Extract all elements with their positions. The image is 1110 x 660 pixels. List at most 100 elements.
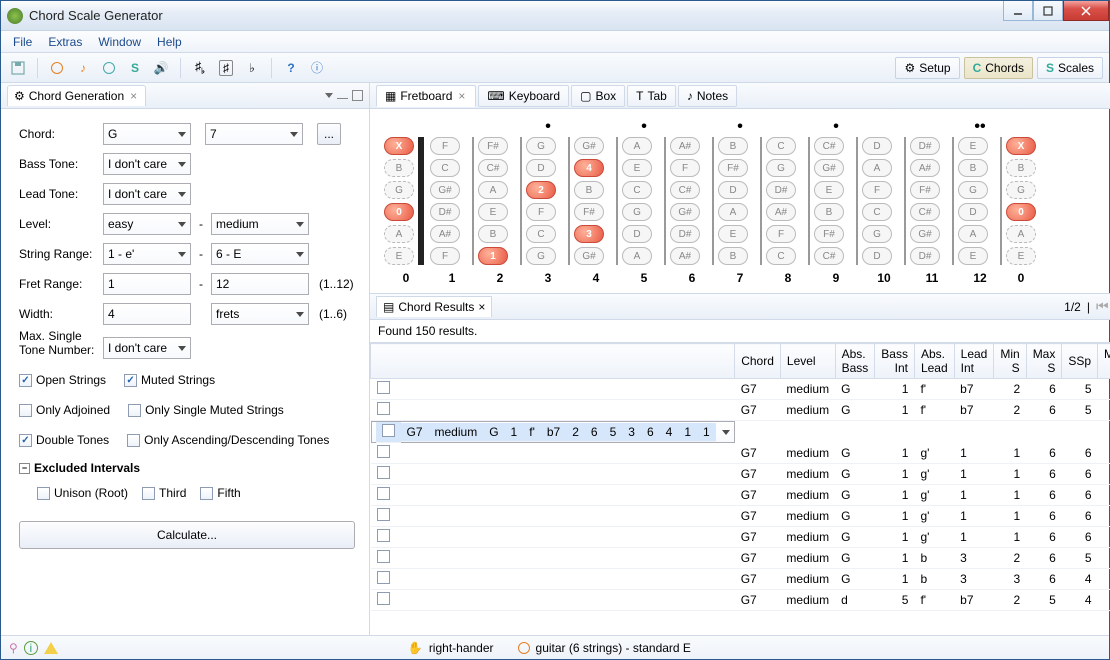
- open-string-pill[interactable]: E: [384, 247, 414, 265]
- width-input[interactable]: 4: [103, 303, 191, 325]
- muted-strings-check[interactable]: Muted Strings: [124, 368, 215, 392]
- tool-info-icon[interactable]: ⓘ: [306, 57, 328, 79]
- excl-fifth-check[interactable]: Fifth: [200, 481, 240, 505]
- row-checkbox[interactable]: [371, 569, 735, 590]
- fret-note-pill[interactable]: E: [958, 137, 988, 155]
- menu-help[interactable]: Help: [149, 32, 190, 52]
- fret-note-pill[interactable]: C#: [814, 137, 844, 155]
- col-header[interactable]: Abs. Bass: [835, 344, 875, 379]
- table-row[interactable]: G7mediumG1g'116635301: [371, 485, 1110, 506]
- fret-note-pill[interactable]: G: [526, 247, 556, 265]
- fret-note-pill[interactable]: C: [622, 181, 652, 199]
- open-string-pill-right[interactable]: A: [1006, 225, 1036, 243]
- close-button[interactable]: [1063, 1, 1109, 21]
- table-row[interactable]: G7mediumG1f'b726536402: [371, 400, 1110, 421]
- lead-tone-select[interactable]: I don't care: [103, 183, 191, 205]
- fret-note-pill[interactable]: F: [430, 247, 460, 265]
- fret-note-pill[interactable]: D#: [670, 225, 700, 243]
- minimize-button[interactable]: [1003, 1, 1033, 21]
- fret-note-pill[interactable]: F: [862, 181, 892, 199]
- col-header[interactable]: Bass Int: [875, 344, 915, 379]
- fret-to-input[interactable]: 12: [211, 273, 309, 295]
- table-row[interactable]: G7mediumG1b336435302: [371, 569, 1110, 590]
- menu-extras[interactable]: Extras: [40, 32, 90, 52]
- tool-sound-icon[interactable]: 🔊: [150, 57, 172, 79]
- fret-note-pill[interactable]: E: [478, 203, 508, 221]
- fret-note-pill[interactable]: D: [862, 137, 892, 155]
- fret-note-pill[interactable]: 3: [574, 225, 604, 243]
- fret-note-pill[interactable]: D#: [910, 137, 940, 155]
- fret-note-pill[interactable]: E: [718, 225, 748, 243]
- col-header[interactable]: Abs. Lead: [914, 344, 954, 379]
- fret-note-pill[interactable]: F#: [718, 159, 748, 177]
- fret-note-pill[interactable]: D#: [430, 203, 460, 221]
- chord-results-tab[interactable]: ▤ Chord Results ×: [376, 296, 492, 317]
- setup-button[interactable]: ⚙Setup: [895, 57, 959, 79]
- fret-note-pill[interactable]: G: [526, 137, 556, 155]
- chord-more-button[interactable]: ...: [317, 123, 341, 145]
- tab-box[interactable]: ▢Box: [571, 85, 625, 107]
- fret-note-pill[interactable]: F: [430, 137, 460, 155]
- fret-note-pill[interactable]: B: [718, 137, 748, 155]
- scales-button[interactable]: SScales: [1037, 57, 1103, 79]
- pane-minimize-icon[interactable]: [337, 93, 348, 99]
- fret-note-pill[interactable]: A: [718, 203, 748, 221]
- open-string-pill-right[interactable]: X: [1006, 137, 1036, 155]
- fret-note-pill[interactable]: A: [622, 137, 652, 155]
- fret-note-pill[interactable]: F#: [910, 181, 940, 199]
- fret-note-pill[interactable]: G#: [574, 247, 604, 265]
- open-string-pill-right[interactable]: 0: [1006, 203, 1036, 221]
- fret-note-pill[interactable]: G: [958, 181, 988, 199]
- table-row[interactable]: G7mediumG1b326535311: [371, 548, 1110, 569]
- col-header[interactable]: Chord: [735, 344, 781, 379]
- fret-note-pill[interactable]: A#: [670, 137, 700, 155]
- tool-flat-icon[interactable]: ♭: [241, 57, 263, 79]
- fret-note-pill[interactable]: F: [670, 159, 700, 177]
- calculate-button[interactable]: Calculate...: [19, 521, 355, 549]
- open-string-pill[interactable]: G: [384, 181, 414, 199]
- nav-first-icon[interactable]: ⏮: [1096, 298, 1109, 315]
- fret-note-pill[interactable]: C#: [814, 247, 844, 265]
- chord-type-select[interactable]: 7: [205, 123, 303, 145]
- fret-note-pill[interactable]: C: [766, 137, 796, 155]
- fret-note-pill[interactable]: D#: [910, 247, 940, 265]
- col-header[interactable]: [371, 344, 735, 379]
- pane-menu-icon[interactable]: [325, 93, 333, 98]
- level-to-select[interactable]: medium: [211, 213, 309, 235]
- fret-note-pill[interactable]: G: [766, 159, 796, 177]
- fret-note-pill[interactable]: B: [814, 203, 844, 221]
- level-from-select[interactable]: easy: [103, 213, 191, 235]
- open-string-pill-right[interactable]: E: [1006, 247, 1036, 265]
- fret-note-pill[interactable]: C#: [670, 181, 700, 199]
- chord-root-select[interactable]: G: [103, 123, 191, 145]
- maximize-button[interactable]: [1033, 1, 1063, 21]
- string-from-select[interactable]: 1 - e': [103, 243, 191, 265]
- col-header[interactable]: Min F: [1098, 344, 1110, 379]
- fret-note-pill[interactable]: 4: [574, 159, 604, 177]
- results-table-wrap[interactable]: ChordLevelAbs. BassBass IntAbs. LeadLead…: [370, 342, 1110, 635]
- tool-s-icon[interactable]: S: [124, 57, 146, 79]
- col-header[interactable]: Max S: [1026, 344, 1062, 379]
- fret-note-pill[interactable]: D: [862, 247, 892, 265]
- open-string-pill[interactable]: 0: [384, 203, 414, 221]
- excluded-intervals-header[interactable]: − Excluded Intervals: [19, 461, 355, 475]
- fret-from-input[interactable]: 1: [103, 273, 191, 295]
- row-checkbox[interactable]: [371, 485, 735, 506]
- fret-note-pill[interactable]: A: [862, 159, 892, 177]
- status-warning-icon[interactable]: [44, 642, 58, 654]
- fret-note-pill[interactable]: B: [574, 181, 604, 199]
- fret-note-pill[interactable]: C: [430, 159, 460, 177]
- bass-tone-select[interactable]: I don't care: [103, 153, 191, 175]
- table-row[interactable]: G7mediumG1f'b726536401: [371, 379, 1110, 400]
- fret-note-pill[interactable]: C: [862, 203, 892, 221]
- chord-generation-tab[interactable]: ⚙ Chord Generation ×: [7, 85, 146, 106]
- col-header[interactable]: Min S: [994, 344, 1026, 379]
- collapse-icon[interactable]: −: [19, 463, 30, 474]
- status-pin-icon[interactable]: ⚲: [9, 641, 18, 655]
- row-checkbox[interactable]: [371, 400, 735, 421]
- row-checkbox[interactable]: [371, 464, 735, 485]
- double-tones-check[interactable]: Double Tones: [19, 428, 109, 452]
- fret-note-pill[interactable]: F: [766, 225, 796, 243]
- fret-note-pill[interactable]: F#: [574, 203, 604, 221]
- pane-maximize-icon[interactable]: [352, 90, 363, 101]
